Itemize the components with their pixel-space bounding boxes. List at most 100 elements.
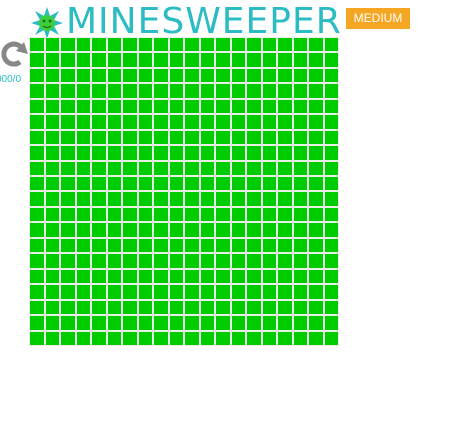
board-cell[interactable] — [123, 84, 137, 98]
board-cell[interactable] — [169, 223, 183, 237]
board-cell[interactable] — [324, 177, 338, 191]
board-cell[interactable] — [61, 161, 75, 176]
board-cell[interactable] — [92, 38, 106, 52]
board-cell[interactable] — [216, 177, 230, 191]
board-cell[interactable] — [30, 285, 44, 299]
board-cell[interactable] — [262, 146, 276, 160]
board-cell[interactable] — [45, 238, 59, 253]
board-cell[interactable] — [247, 331, 261, 345]
board-cell[interactable] — [169, 99, 183, 114]
board-cell[interactable] — [30, 84, 44, 98]
board-cell[interactable] — [185, 316, 199, 330]
board-cell[interactable] — [154, 99, 168, 114]
board-cell[interactable] — [45, 146, 59, 160]
board-cell[interactable] — [138, 207, 152, 222]
board-cell[interactable] — [216, 285, 230, 299]
board-cell[interactable] — [278, 331, 292, 345]
board-cell[interactable] — [247, 285, 261, 299]
board-cell[interactable] — [216, 53, 230, 67]
board-cell[interactable] — [293, 300, 307, 315]
board-cell[interactable] — [247, 316, 261, 330]
board-cell[interactable] — [123, 207, 137, 222]
board-cell[interactable] — [293, 130, 307, 145]
board-cell[interactable] — [45, 115, 59, 129]
board-cell[interactable] — [76, 38, 90, 52]
board-cell[interactable] — [169, 53, 183, 67]
board-cell[interactable] — [262, 316, 276, 330]
board-cell[interactable] — [185, 146, 199, 160]
board-cell[interactable] — [138, 177, 152, 191]
board-cell[interactable] — [169, 146, 183, 160]
board-cell[interactable] — [309, 130, 323, 145]
board-cell[interactable] — [216, 192, 230, 206]
board-cell[interactable] — [169, 331, 183, 345]
board-cell[interactable] — [45, 130, 59, 145]
board-cell[interactable] — [309, 207, 323, 222]
board-cell[interactable] — [247, 269, 261, 284]
board-cell[interactable] — [76, 316, 90, 330]
board-cell[interactable] — [76, 192, 90, 206]
board-cell[interactable] — [169, 177, 183, 191]
board-cell[interactable] — [123, 53, 137, 67]
board-cell[interactable] — [123, 146, 137, 160]
board-cell[interactable] — [216, 115, 230, 129]
board-cell[interactable] — [61, 84, 75, 98]
board-cell[interactable] — [293, 192, 307, 206]
board-cell[interactable] — [185, 192, 199, 206]
board-cell[interactable] — [293, 146, 307, 160]
board-cell[interactable] — [185, 223, 199, 237]
board-cell[interactable] — [107, 223, 121, 237]
board-cell[interactable] — [278, 223, 292, 237]
board-cell[interactable] — [107, 53, 121, 67]
board-cell[interactable] — [107, 331, 121, 345]
board-cell[interactable] — [138, 285, 152, 299]
board-cell[interactable] — [92, 146, 106, 160]
board-cell[interactable] — [138, 254, 152, 268]
board-cell[interactable] — [293, 68, 307, 83]
board-cell[interactable] — [30, 331, 44, 345]
board-cell[interactable] — [154, 192, 168, 206]
board-cell[interactable] — [123, 316, 137, 330]
board-cell[interactable] — [216, 254, 230, 268]
board-cell[interactable] — [309, 68, 323, 83]
board-cell[interactable] — [324, 254, 338, 268]
board-cell[interactable] — [200, 38, 214, 52]
board-cell[interactable] — [231, 285, 245, 299]
board-cell[interactable] — [262, 223, 276, 237]
board-cell[interactable] — [309, 53, 323, 67]
board-cell[interactable] — [45, 254, 59, 268]
board-cell[interactable] — [324, 192, 338, 206]
board-cell[interactable] — [200, 285, 214, 299]
board-cell[interactable] — [61, 115, 75, 129]
board-cell[interactable] — [169, 316, 183, 330]
board-cell[interactable] — [123, 192, 137, 206]
board-cell[interactable] — [185, 207, 199, 222]
board-cell[interactable] — [61, 300, 75, 315]
board-cell[interactable] — [185, 130, 199, 145]
board-cell[interactable] — [216, 38, 230, 52]
board-cell[interactable] — [45, 207, 59, 222]
board-cell[interactable] — [324, 53, 338, 67]
board-cell[interactable] — [200, 68, 214, 83]
board-cell[interactable] — [309, 161, 323, 176]
board-cell[interactable] — [45, 53, 59, 67]
board-cell[interactable] — [123, 99, 137, 114]
board-cell[interactable] — [262, 192, 276, 206]
board-cell[interactable] — [309, 38, 323, 52]
board-cell[interactable] — [324, 99, 338, 114]
board-cell[interactable] — [293, 285, 307, 299]
board-cell[interactable] — [45, 84, 59, 98]
board-cell[interactable] — [76, 207, 90, 222]
board-cell[interactable] — [30, 316, 44, 330]
board-cell[interactable] — [278, 238, 292, 253]
board-cell[interactable] — [262, 130, 276, 145]
board-cell[interactable] — [262, 269, 276, 284]
board-cell[interactable] — [185, 84, 199, 98]
board-cell[interactable] — [169, 238, 183, 253]
board-cell[interactable] — [216, 207, 230, 222]
board-cell[interactable] — [138, 316, 152, 330]
board-cell[interactable] — [61, 269, 75, 284]
board-cell[interactable] — [216, 269, 230, 284]
board-cell[interactable] — [30, 68, 44, 83]
board-cell[interactable] — [45, 192, 59, 206]
